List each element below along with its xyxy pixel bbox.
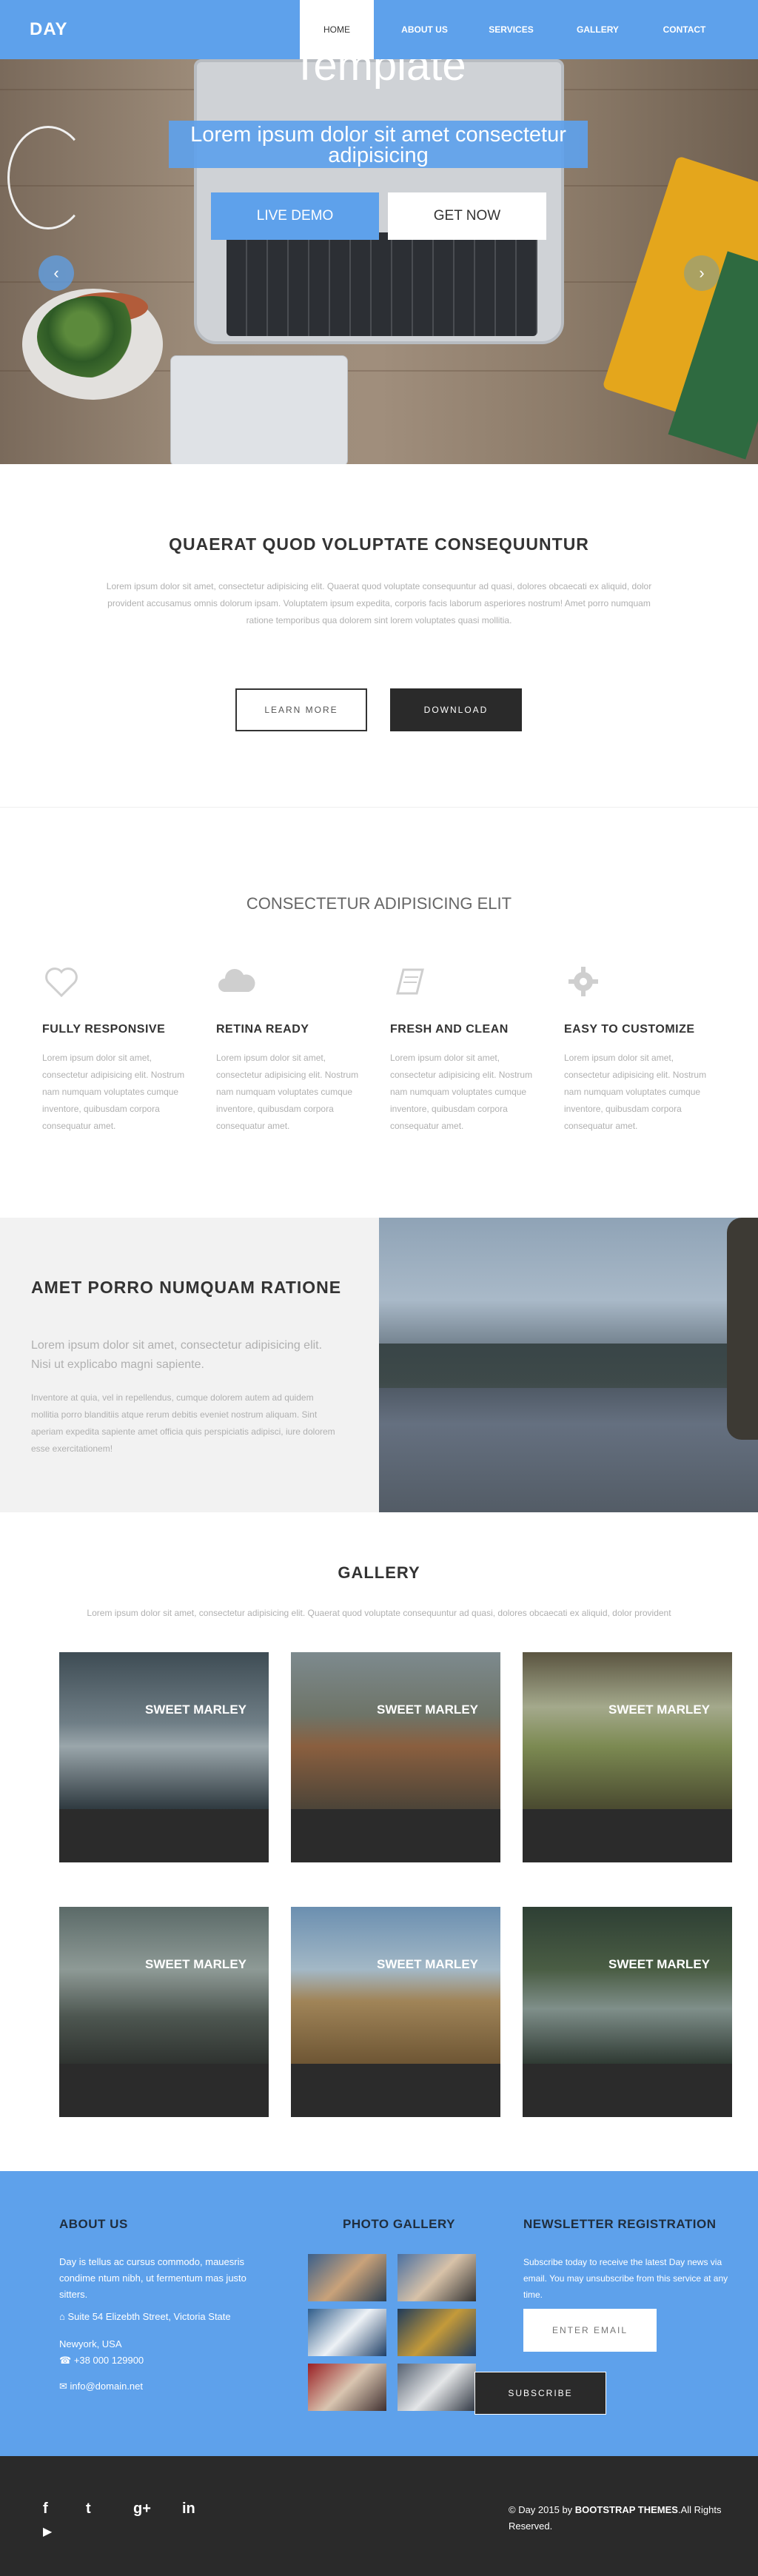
newsletter-heading: NEWSLETTER REGISTRATION [523, 2217, 717, 2231]
split-lead: Lorem ipsum dolor sit amet, consectetur … [31, 1339, 323, 1371]
gallery-photo [59, 1652, 269, 1809]
slider-next-button[interactable]: › [684, 255, 720, 291]
gallery-photo [523, 1907, 732, 2064]
gear-icon [564, 962, 603, 1001]
gallery-title: GALLERY [338, 1563, 420, 1582]
bottom-bar: f t g+ in ▶ © Day 2015 by BOOTSTRAP THEM… [0, 2456, 758, 2576]
gallery-thumbnail[interactable] [398, 2309, 476, 2356]
gallery-label: SWEET MARLEY [377, 1703, 478, 1717]
gallery-thumbnail[interactable] [398, 2254, 476, 2301]
section-divider [0, 807, 758, 808]
phone-icon: ☎ [59, 2355, 74, 2366]
gallery-photo [523, 1652, 732, 1809]
nav-about-us[interactable]: ABOUT US [381, 0, 468, 59]
feature-heading: RETINA READY [216, 1023, 309, 1036]
about-split-panel: AMET PORRO NUMQUAM RATIONE Lorem ipsum d… [0, 1218, 379, 1512]
photo-gallery-heading: PHOTO GALLERY [343, 2217, 455, 2231]
youtube-icon[interactable]: ▶ [43, 2524, 52, 2539]
laptop-lower-image [170, 355, 348, 464]
earphone-image [7, 126, 89, 229]
feature-heading: FRESH AND CLEAN [390, 1023, 509, 1036]
plant-image [37, 296, 148, 378]
linkedin-icon[interactable]: in [182, 2500, 195, 2518]
home-icon: ⌂ [59, 2311, 68, 2322]
landscape-photo [379, 1218, 758, 1512]
download-button[interactable]: DOWNLOAD [390, 688, 522, 731]
gallery-item[interactable]: SWEET MARLEY [59, 1907, 269, 2117]
gallery-thumbnail[interactable] [308, 2364, 386, 2411]
gallery-label: SWEET MARLEY [145, 1703, 246, 1717]
live-demo-button[interactable]: LIVE DEMO [211, 192, 379, 240]
intro-text: Lorem ipsum dolor sit amet, consectetur … [106, 581, 652, 625]
gallery-thumbnail[interactable] [398, 2364, 476, 2411]
gallery-photo [59, 1907, 269, 2064]
split-text: Inventore at quia, vel in repellendus, c… [31, 1392, 335, 1454]
gallery-thumbnail[interactable] [308, 2254, 386, 2301]
site-logo[interactable]: DAY [30, 19, 67, 40]
hero-section: Template Lorem ipsum dolor sit amet cons… [0, 0, 758, 464]
copyright-brand-link[interactable]: BOOTSTRAP THEMES [575, 2504, 678, 2515]
twitter-icon[interactable]: t [86, 2500, 91, 2518]
gallery-photo [291, 1907, 500, 2064]
newsletter-text: Subscribe today to receive the latest Da… [523, 2257, 728, 2300]
facebook-icon[interactable]: f [43, 2500, 48, 2518]
about-us-heading: ABOUT US [59, 2217, 128, 2231]
address-city: Newyork, USA [59, 2338, 122, 2349]
nav-contact[interactable]: CONTACT [641, 0, 728, 59]
footer-section: ABOUT US Day is tellus ac cursus commodo… [0, 2171, 758, 2456]
nav-services[interactable]: SERVICES [468, 0, 554, 59]
nav-home[interactable]: HOME [300, 0, 374, 59]
subscribe-button[interactable]: SUBSCRIBE [474, 2372, 606, 2415]
book-icon [390, 962, 429, 1001]
email-field[interactable] [523, 2309, 657, 2352]
gallery-label: SWEET MARLEY [608, 1957, 710, 1971]
about-us-text: Day is tellus ac cursus commodo, mauesri… [59, 2256, 246, 2300]
get-now-button[interactable]: GET NOW [388, 192, 546, 240]
top-navbar: DAY HOME ABOUT US SERVICES GALLERY CONTA… [0, 0, 758, 59]
gallery-photo [291, 1652, 500, 1809]
gallery-item[interactable]: SWEET MARLEY [523, 1907, 732, 2117]
mail-icon: ✉ [59, 2381, 70, 2392]
google-plus-icon[interactable]: g+ [133, 2500, 151, 2518]
gallery-label: SWEET MARLEY [608, 1703, 710, 1717]
feature-heading: EASY TO CUSTOMIZE [564, 1023, 695, 1036]
gallery-item[interactable]: SWEET MARLEY [291, 1652, 500, 1862]
email-link[interactable]: ✉ info@domain.net [59, 2381, 143, 2392]
feature-text: Lorem ipsum dolor sit amet, consectetur … [390, 1053, 533, 1131]
feature-card: FULLY RESPONSIVE Lorem ipsum dolor sit a… [42, 962, 190, 1135]
split-title: AMET PORRO NUMQUAM RATIONE [31, 1278, 342, 1297]
gallery-label: SWEET MARLEY [377, 1957, 478, 1971]
gallery-item[interactable]: SWEET MARLEY [59, 1652, 269, 1862]
feature-card: RETINA READY Lorem ipsum dolor sit amet,… [216, 962, 364, 1135]
chevron-left-icon: ‹ [53, 264, 59, 282]
chevron-right-icon: › [699, 264, 705, 282]
feature-text: Lorem ipsum dolor sit amet, consectetur … [42, 1053, 185, 1131]
address-line: ⌂ Suite 54 Elizebth Street, Victoria Sta… [59, 2311, 231, 2322]
heart-icon [42, 962, 81, 1001]
feature-heading: FULLY RESPONSIVE [42, 1023, 166, 1036]
features-title: CONSECTETUR ADIPISICING ELIT [246, 894, 512, 913]
feature-text: Lorem ipsum dolor sit amet, consectetur … [216, 1053, 359, 1131]
feature-card: FRESH AND CLEAN Lorem ipsum dolor sit am… [390, 962, 538, 1135]
gallery-text: Lorem ipsum dolor sit amet, consectetur … [87, 1608, 671, 1618]
phone-line: ☎ +38 000 129900 [59, 2355, 144, 2366]
gallery-label: SWEET MARLEY [145, 1957, 246, 1971]
copyright-text: © Day 2015 by BOOTSTRAP THEMES.All Right… [509, 2504, 722, 2532]
gallery-item[interactable]: SWEET MARLEY [523, 1652, 732, 1862]
hero-subtitle: Lorem ipsum dolor sit amet consectetur a… [169, 121, 588, 168]
learn-more-button[interactable]: LEARN MORE [235, 688, 367, 731]
nav-gallery[interactable]: GALLERY [554, 0, 641, 59]
feature-text: Lorem ipsum dolor sit amet, consectetur … [564, 1053, 707, 1131]
cloud-icon [216, 962, 255, 1001]
gallery-item[interactable]: SWEET MARLEY [291, 1907, 500, 2117]
intro-title: QUAERAT QUOD VOLUPTATE CONSEQUUNTUR [169, 534, 589, 554]
gallery-thumbnail[interactable] [308, 2309, 386, 2356]
feature-card: EASY TO CUSTOMIZE Lorem ipsum dolor sit … [564, 962, 712, 1135]
main-menu: HOME ABOUT US SERVICES GALLERY CONTACT [300, 0, 728, 59]
slider-prev-button[interactable]: ‹ [38, 255, 74, 291]
